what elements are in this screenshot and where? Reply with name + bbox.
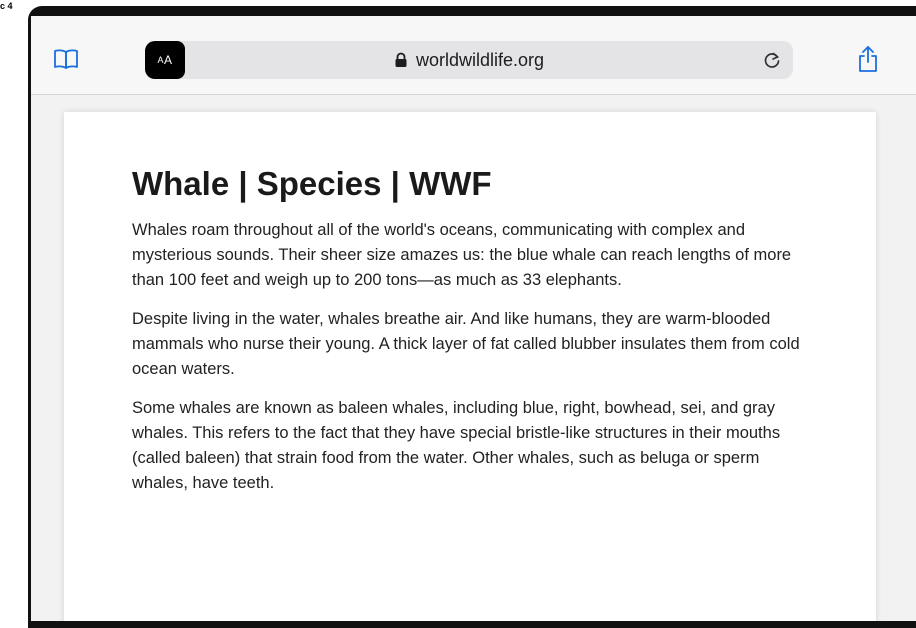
article-title: Whale | Species | WWF (132, 165, 492, 202)
lock-icon (395, 52, 407, 67)
address-bar[interactable]: AA worldwildlife.org (145, 41, 793, 79)
browser-screen: AA worldwildlife.org Whale | Species | W… (31, 16, 916, 621)
aa-large-letter: A (164, 53, 173, 67)
share-icon (859, 46, 877, 72)
book-icon (54, 49, 78, 69)
article-content: Whale | Species | WWF Whales roam throug… (132, 164, 802, 510)
share-button[interactable] (855, 44, 881, 74)
article-paragraph: Whales roam throughout all of the world'… (132, 221, 792, 289)
status-corner-text: c 4 (0, 1, 13, 11)
reload-button[interactable] (761, 49, 783, 71)
article-paragraph: Despite living in the water, whales brea… (132, 310, 800, 378)
url-text: worldwildlife.org (415, 49, 545, 70)
browser-toolbar: AA worldwildlife.org (31, 16, 916, 95)
reload-icon (764, 52, 780, 68)
url-display[interactable]: worldwildlife.org (185, 41, 753, 79)
reader-article-card: Whale | Species | WWF Whales roam throug… (64, 112, 876, 621)
text-size-button[interactable]: AA (145, 41, 185, 79)
reader-view-button[interactable] (51, 46, 81, 72)
article-paragraph: Some whales are known as baleen whales, … (132, 399, 781, 492)
